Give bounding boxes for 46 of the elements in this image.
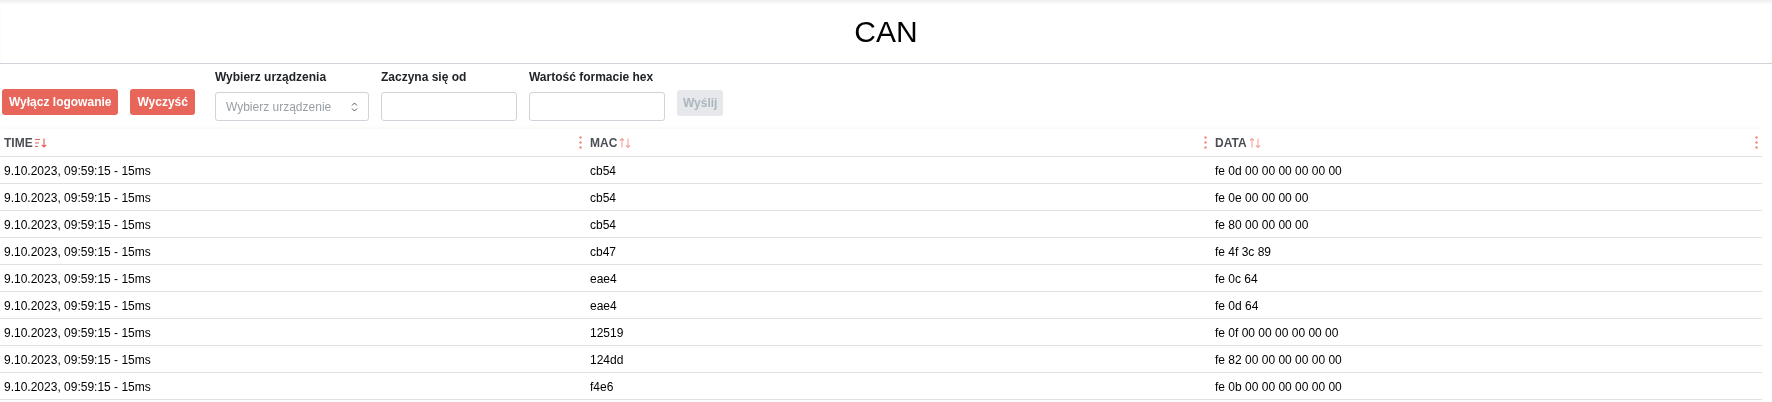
sort-descending-icon[interactable] xyxy=(34,137,47,148)
table-cell: eae4 xyxy=(590,272,617,286)
table-cell: 9.10.2023, 09:59:15 - 15ms xyxy=(4,245,151,259)
table-cell: cb47 xyxy=(590,245,617,259)
table-cell: 12519 xyxy=(590,326,624,340)
column-header: MAC xyxy=(590,134,618,152)
table-cell: fe 80 00 00 00 00 xyxy=(1215,218,1309,232)
table-cell: fe 0e 00 00 00 00 xyxy=(1215,191,1309,205)
column-menu-icon[interactable] xyxy=(579,136,582,149)
table-cell: 9.10.2023, 09:59:15 - 15ms xyxy=(4,272,151,286)
table-cell: 9.10.2023, 09:59:15 - 15ms xyxy=(4,380,151,394)
sort-icon[interactable] xyxy=(1248,137,1261,148)
input-field[interactable] xyxy=(380,92,517,121)
field-label: Wartość formacie hex xyxy=(528,69,655,86)
table-cell: eae4 xyxy=(590,299,617,313)
table-cell: cb54 xyxy=(590,164,617,178)
column-header: DATA xyxy=(1215,134,1247,152)
field-label: Zaczyna się od xyxy=(380,69,468,86)
input-field[interactable] xyxy=(528,92,665,121)
sort-icon[interactable] xyxy=(619,137,632,148)
table-cell: 9.10.2023, 09:59:15 - 15ms xyxy=(4,191,151,205)
column-menu-icon[interactable] xyxy=(1755,136,1758,149)
table-cell: fe 82 00 00 00 00 00 00 xyxy=(1215,353,1342,367)
table-cell: 9.10.2023, 09:59:15 - 15ms xyxy=(4,299,151,313)
table-cell: f4e6 xyxy=(590,380,614,394)
table-cell: cb54 xyxy=(590,191,617,205)
table-cell: fe 0d 64 xyxy=(1215,299,1259,313)
page-title: CAN xyxy=(854,14,918,50)
table-cell: 9.10.2023, 09:59:15 - 15ms xyxy=(4,218,151,232)
column-header: TIME xyxy=(4,134,33,152)
table-cell: 9.10.2023, 09:59:15 - 15ms xyxy=(4,164,151,178)
table-cell: fe 0d 00 00 00 00 00 00 xyxy=(1215,164,1342,178)
table-cell: fe 0b 00 00 00 00 00 00 xyxy=(1215,380,1342,394)
table-cell: fe 0c 64 xyxy=(1215,272,1258,286)
table-cell: fe 4f 3c 89 xyxy=(1215,245,1272,259)
table-cell: cb54 xyxy=(590,218,617,232)
column-menu-icon[interactable] xyxy=(1204,136,1207,149)
table-cell: 124dd xyxy=(590,353,624,367)
action-button[interactable]: Wyczyść xyxy=(130,89,195,115)
device-select[interactable]: Wybierz urządzenie xyxy=(214,92,369,121)
action-button[interactable]: Wyłącz logowanie xyxy=(2,89,119,115)
table-cell: fe 0f 00 00 00 00 00 00 xyxy=(1215,326,1339,340)
table-cell: 9.10.2023, 09:59:15 - 15ms xyxy=(4,353,151,367)
table-cell: 9.10.2023, 09:59:15 - 15ms xyxy=(4,326,151,340)
field-label: Wybierz urządzenia xyxy=(214,69,328,86)
chevron-up-down-icon xyxy=(350,101,358,112)
